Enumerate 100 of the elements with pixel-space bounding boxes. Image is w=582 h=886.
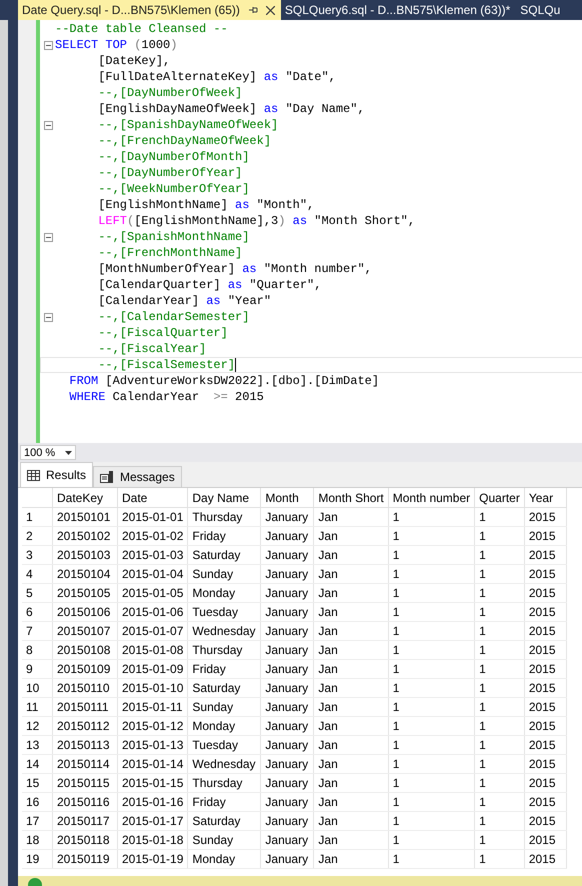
table-cell: 1 [388, 660, 475, 678]
table-cell: January [260, 546, 314, 564]
table-cell: January [260, 678, 314, 698]
table-cell: Jan [314, 774, 388, 792]
column-header[interactable]: Month [260, 488, 314, 508]
column-header[interactable]: Month number [388, 488, 475, 508]
table-cell: 2015-01-16 [118, 792, 188, 812]
row-number: 6 [22, 602, 52, 622]
table-cell: 2015-01-02 [118, 526, 188, 546]
table-cell: 1 [388, 602, 475, 622]
table-cell: 2015 [524, 698, 566, 716]
collapse-icon[interactable] [44, 312, 52, 322]
table-cell: 1 [474, 602, 524, 622]
table-cell: 2015 [524, 622, 566, 640]
table-cell: Jan [314, 602, 388, 622]
table-cell: 20150106 [52, 602, 118, 622]
table-cell: 1 [388, 564, 475, 584]
row-number: 2 [22, 526, 52, 546]
table-cell: Jan [314, 678, 388, 698]
table-cell: 1 [388, 698, 475, 716]
table-cell: Wednesday [188, 754, 261, 774]
collapse-icon[interactable] [44, 40, 52, 50]
grid-icon [27, 470, 40, 480]
code-line: --,[SpanishDayNameOfWeek] [97, 118, 278, 132]
column-header[interactable]: Year [524, 488, 566, 508]
table-cell: 20150112 [52, 716, 118, 736]
table-cell: 20150111 [52, 698, 118, 716]
table-cell: 2015 [524, 736, 566, 754]
table-cell: Jan [314, 584, 388, 602]
row-number: 4 [22, 564, 52, 584]
table-cell: 2015 [524, 660, 566, 678]
column-header[interactable]: DateKey [52, 488, 118, 508]
table-cell: 20150104 [52, 564, 118, 584]
document-tab[interactable]: Date Query.sql - D...BN575\Klemen (65)) [18, 0, 281, 20]
dropdown-caret-icon [65, 450, 72, 454]
column-header[interactable]: Month Short [314, 488, 388, 508]
table-cell: 2015 [524, 546, 566, 564]
table-cell: Jan [314, 812, 388, 830]
table-cell: 20150113 [52, 736, 118, 754]
table-cell: January [260, 812, 314, 830]
tab-title: SQLQu [520, 3, 560, 17]
table-cell: 2015 [524, 850, 566, 868]
result-tab[interactable]: Messages [93, 466, 182, 487]
table-cell: 2015-01-03 [118, 546, 188, 564]
table-cell: January [260, 698, 314, 716]
tab-title: Date Query.sql - D...BN575\Klemen (65)) [22, 3, 240, 17]
code-line: --,[FiscalYear] [97, 342, 206, 356]
column-header[interactable]: Quarter [474, 488, 524, 508]
row-number: 16 [22, 792, 52, 812]
row-number: 1 [22, 508, 52, 526]
corner-header [22, 488, 52, 508]
table-cell: 20150103 [52, 546, 118, 564]
table-cell: 2015-01-08 [118, 640, 188, 660]
table-cell: 20150101 [52, 508, 118, 526]
collapse-icon[interactable] [44, 232, 52, 242]
row-number: 19 [22, 850, 52, 868]
result-tab[interactable]: Results [20, 462, 94, 487]
table-cell: Jan [314, 850, 388, 868]
table-cell: 2015 [524, 678, 566, 698]
table-cell: January [260, 660, 314, 678]
table-cell: January [260, 564, 314, 584]
code-line: --,[DayNumberOfMonth] [97, 150, 250, 164]
pin-icon[interactable] [248, 5, 258, 15]
code-line: [EnglishDayNameOfWeek] as "Day Name", [97, 102, 365, 116]
table-cell: 2015-01-11 [118, 698, 188, 716]
table-cell: January [260, 508, 314, 526]
column-header[interactable]: Date [118, 488, 188, 508]
table-cell: Jan [314, 564, 388, 584]
collapse-icon[interactable] [44, 120, 52, 130]
code-line: --,[FrenchMonthName] [97, 246, 242, 260]
table-cell: 2015-01-06 [118, 602, 188, 622]
table-cell: 1 [474, 546, 524, 564]
table-cell: 1 [388, 830, 475, 850]
table-cell: Monday [188, 716, 261, 736]
column-header[interactable]: Day Name [188, 488, 261, 508]
table-cell: 20150105 [52, 584, 118, 602]
row-number: 18 [22, 830, 52, 850]
table-cell: 2015 [524, 792, 566, 812]
table-cell: 1 [474, 640, 524, 660]
table-cell: Saturday [188, 678, 261, 698]
zoom-dropdown[interactable]: 100 % [20, 445, 76, 460]
table-cell: Jan [314, 716, 388, 736]
table-cell: 1 [388, 584, 475, 602]
table-cell: Sunday [188, 698, 261, 716]
table-cell: 2015 [524, 602, 566, 622]
table-cell: Jan [314, 508, 388, 526]
table-cell: Sunday [188, 830, 261, 850]
document-tab[interactable]: SQLQuery6.sql - D...BN575\Klemen (63))* [280, 0, 516, 20]
table-cell: Jan [314, 660, 388, 678]
document-tab[interactable]: SQLQu [516, 0, 566, 20]
table-cell: January [260, 640, 314, 660]
table-cell: January [260, 622, 314, 640]
table-cell: 1 [474, 508, 524, 526]
table-cell: 2015-01-15 [118, 774, 188, 792]
table-cell: January [260, 774, 314, 792]
table-cell: 1 [388, 792, 475, 812]
table-cell: 1 [388, 640, 475, 660]
table-cell: Friday [188, 660, 261, 678]
table-cell: 2015-01-01 [118, 508, 188, 526]
close-icon[interactable] [266, 6, 275, 14]
